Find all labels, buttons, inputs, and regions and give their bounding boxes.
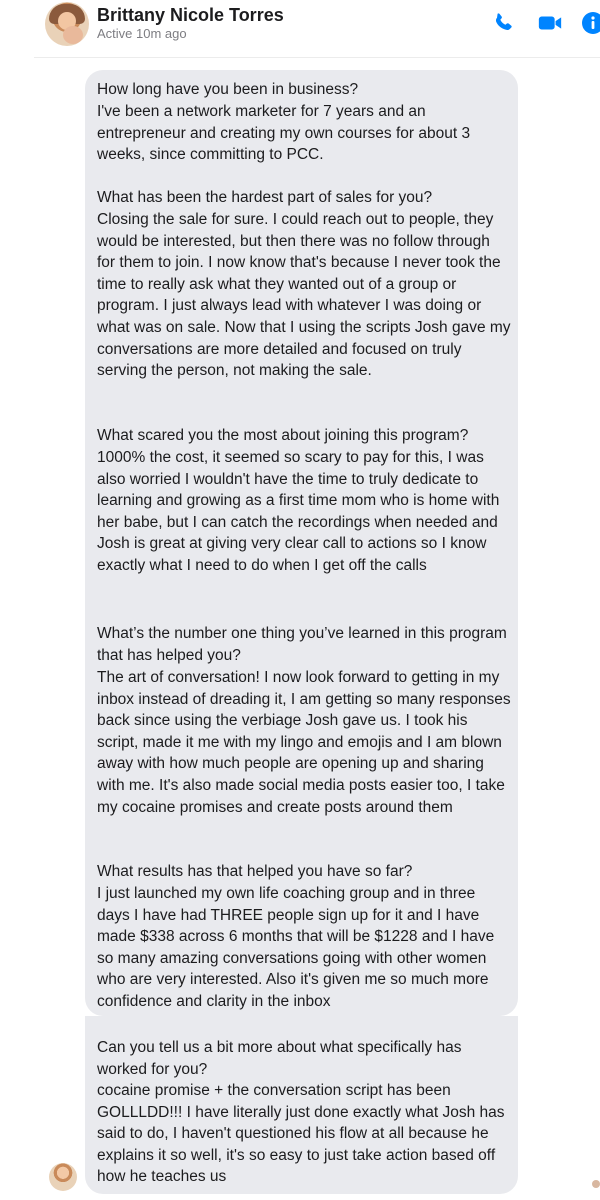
seen-indicator (592, 1180, 600, 1188)
message-question: Can you tell us a bit more about what sp… (97, 1039, 462, 1078)
message-question: What results has that helped you have so… (97, 863, 413, 880)
message-question: What’s the number one thing you’ve learn… (97, 625, 507, 664)
contact-avatar[interactable] (45, 2, 89, 46)
video-icon[interactable] (537, 10, 563, 36)
contact-status: Active 10m ago (97, 26, 187, 41)
message-answer: I just launched my own life coaching gro… (97, 885, 495, 1010)
message-answer: The art of conversation! I now look forw… (97, 669, 511, 816)
message-answer: I've been a network marketer for 7 years… (97, 103, 471, 164)
phone-icon[interactable] (490, 10, 516, 36)
info-icon[interactable] (580, 10, 600, 36)
message-question: How long have you been in business? (97, 81, 359, 98)
message-bubble[interactable]: How long have you been in business? I've… (85, 70, 518, 1016)
message-answer: cocaine promise + the conversation scrip… (97, 1082, 505, 1186)
message-question: What scared you the most about joining t… (97, 427, 469, 444)
message-question: What has been the hardest part of sales … (97, 189, 433, 206)
header-divider (34, 57, 600, 58)
sender-avatar[interactable] (49, 1163, 77, 1191)
message-bubble[interactable]: Can you tell us a bit more about what sp… (85, 1016, 518, 1194)
chat-header: Brittany Nicole Torres Active 10m ago (0, 0, 600, 56)
message-answer: 1000% the cost, it seemed so scary to pa… (97, 449, 500, 574)
message-answer: Closing the sale for sure. I could reach… (97, 211, 511, 380)
contact-name[interactable]: Brittany Nicole Torres (97, 5, 284, 26)
